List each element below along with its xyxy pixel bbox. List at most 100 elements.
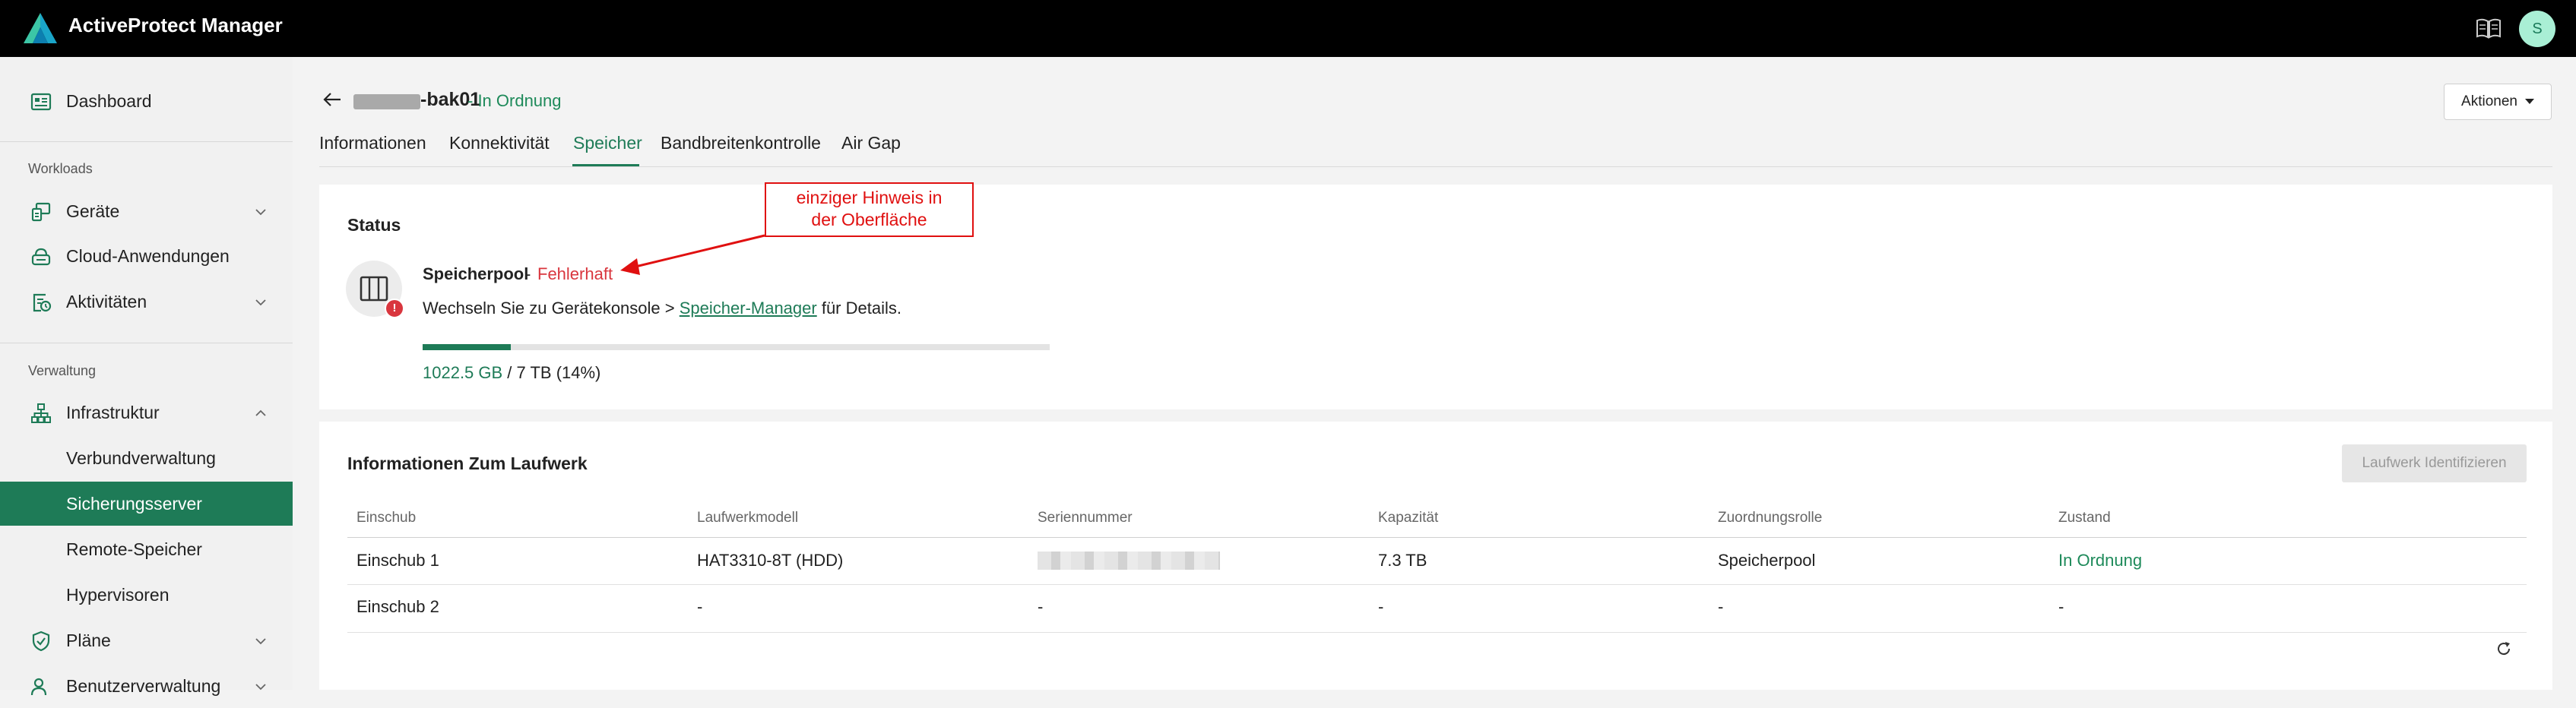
sidebar-item-label: Pläne [66,631,111,650]
sidebar-item-infrastructure[interactable]: Infrastruktur [0,390,293,435]
refresh-icon[interactable] [2495,640,2512,657]
device-status: - In Ordnung [467,91,562,110]
tab-information[interactable]: Informationen [319,133,426,153]
table-row-divider [347,584,2527,585]
chevron-up-icon [255,409,266,416]
storage-used: 1022.5 GB [423,363,503,382]
active-tab-indicator [572,164,639,166]
identify-drive-button[interactable]: Laufwerk Identifizieren [2342,444,2527,482]
annotation-callout: einziger Hinweis in der Oberfläche [765,182,974,237]
app-title: ActiveProtect Manager [68,14,283,36]
activities-icon [33,293,52,312]
sidebar-divider [0,141,293,142]
sidebar-item-backup-servers[interactable]: Sicherungsserver [0,482,293,526]
sidebar-item-label: Benutzerverwaltung [66,676,221,696]
sidebar-item-label: Infrastruktur [66,403,160,422]
sidebar-item-cloud-apps[interactable]: Cloud-Anwendungen [0,234,293,278]
storage-pool-label: Speicherpool [423,264,529,283]
cell-capacity: 7.3 TB [1378,551,1427,570]
sidebar: Dashboard Workloads Geräte Cloud-Anwendu… [0,57,293,696]
chevron-down-icon [255,299,266,306]
redacted-serial-number [1038,552,1220,570]
shield-check-icon [32,631,50,652]
help-book-icon[interactable] [2476,17,2502,40]
sidebar-item-label: Verbundverwaltung [66,448,216,468]
cell-model: HAT3310-8T (HDD) [697,551,844,570]
sidebar-item-label: Aktivitäten [66,292,147,311]
drive-info-title: Informationen Zum Laufwerk [347,454,588,473]
users-icon [30,678,47,696]
status-card [319,185,2552,409]
storage-total: / 7 TB (14%) [502,363,601,382]
section-label-workloads: Workloads [28,161,93,176]
sidebar-item-label: Sicherungsserver [66,494,202,514]
storage-pool-separator: - [525,264,531,283]
sidebar-item-label: Remote-Speicher [66,539,202,559]
storage-usage-fill [423,344,511,350]
redacted-device-name [353,94,420,109]
column-header-model: Laufwerkmodell [697,510,799,526]
sidebar-item-label: Hypervisoren [66,585,170,605]
app-logo-icon [24,13,57,43]
cell-slot: Einschub 2 [356,597,439,616]
caret-down-icon [2524,99,2534,105]
dashboard-icon [30,93,52,111]
top-bar: ActiveProtect Manager S [0,0,2576,57]
tab-bandwidth-control[interactable]: Bandbreitenkontrolle [661,133,821,153]
cell-role: - [1718,597,1724,616]
tab-bar-divider [319,166,2552,167]
chevron-down-icon [255,684,266,691]
sidebar-item-devices[interactable]: Geräte [0,189,293,233]
column-header-capacity: Kapazität [1378,510,1439,526]
storage-manager-link[interactable]: Speicher-Manager [680,299,817,318]
storage-pool-icon [360,276,388,302]
storage-usage-bar [423,344,1050,350]
storage-hint: Wechseln Sie zu Gerätekonsole > Speicher… [423,299,901,318]
sidebar-item-activities[interactable]: Aktivitäten [0,280,293,324]
column-header-role: Zuordnungsrolle [1718,510,1823,526]
column-header-serial: Seriennummer [1038,510,1133,526]
sidebar-item-hypervisors[interactable]: Hypervisoren [0,573,293,617]
sidebar-item-user-management[interactable]: Benutzerverwaltung [0,664,293,708]
cell-state: In Ordnung [2058,551,2143,570]
hint-suffix: für Details. [816,299,901,318]
sidebar-item-label: Dashboard [66,91,152,111]
devices-icon [31,202,51,222]
sidebar-item-dashboard[interactable]: Dashboard [0,79,293,123]
infrastructure-icon [31,403,51,423]
annotation-line-2: der Oberfläche [811,210,927,229]
back-arrow-icon[interactable] [322,91,342,108]
column-header-slot: Einschub [356,510,417,526]
tab-connectivity[interactable]: Konnektivität [449,133,550,153]
storage-pool-state: Fehlerhaft [537,264,613,283]
sidebar-item-plans[interactable]: Pläne [0,618,293,662]
hint-prefix: Wechseln Sie zu Gerätekonsole > [423,299,680,318]
tab-air-gap[interactable]: Air Gap [841,133,901,153]
cell-role: Speicherpool [1718,551,1816,570]
cloud-apps-icon [31,248,51,266]
cell-serial: - [1038,597,1044,616]
table-row-divider [347,632,2527,633]
cell-capacity: - [1378,597,1384,616]
sidebar-item-remote-storage[interactable]: Remote-Speicher [0,527,293,571]
storage-usage-text: 1022.5 GB / 7 TB (14%) [423,363,600,383]
cell-slot: Einschub 1 [356,551,439,570]
cell-model: - [697,597,703,616]
cell-state: - [2058,597,2064,616]
annotation-line-1: einziger Hinweis in [796,188,943,207]
status-title: Status [347,215,401,235]
error-badge-icon: ! [385,299,404,318]
drive-info-card [319,422,2552,690]
table-header-divider [347,537,2527,538]
section-label-administration: Verwaltung [28,363,97,378]
sidebar-item-label: Geräte [66,201,120,221]
sidebar-item-label: Cloud-Anwendungen [66,246,230,266]
chevron-down-icon [255,209,266,216]
actions-label: Aktionen [2461,93,2517,109]
tab-storage[interactable]: Speicher [573,133,642,153]
actions-dropdown-button[interactable]: Aktionen [2444,84,2552,120]
sidebar-item-federation[interactable]: Verbundverwaltung [0,436,293,480]
column-header-state: Zustand [2058,510,2111,526]
user-avatar[interactable]: S [2519,11,2555,47]
chevron-down-icon [255,638,266,645]
